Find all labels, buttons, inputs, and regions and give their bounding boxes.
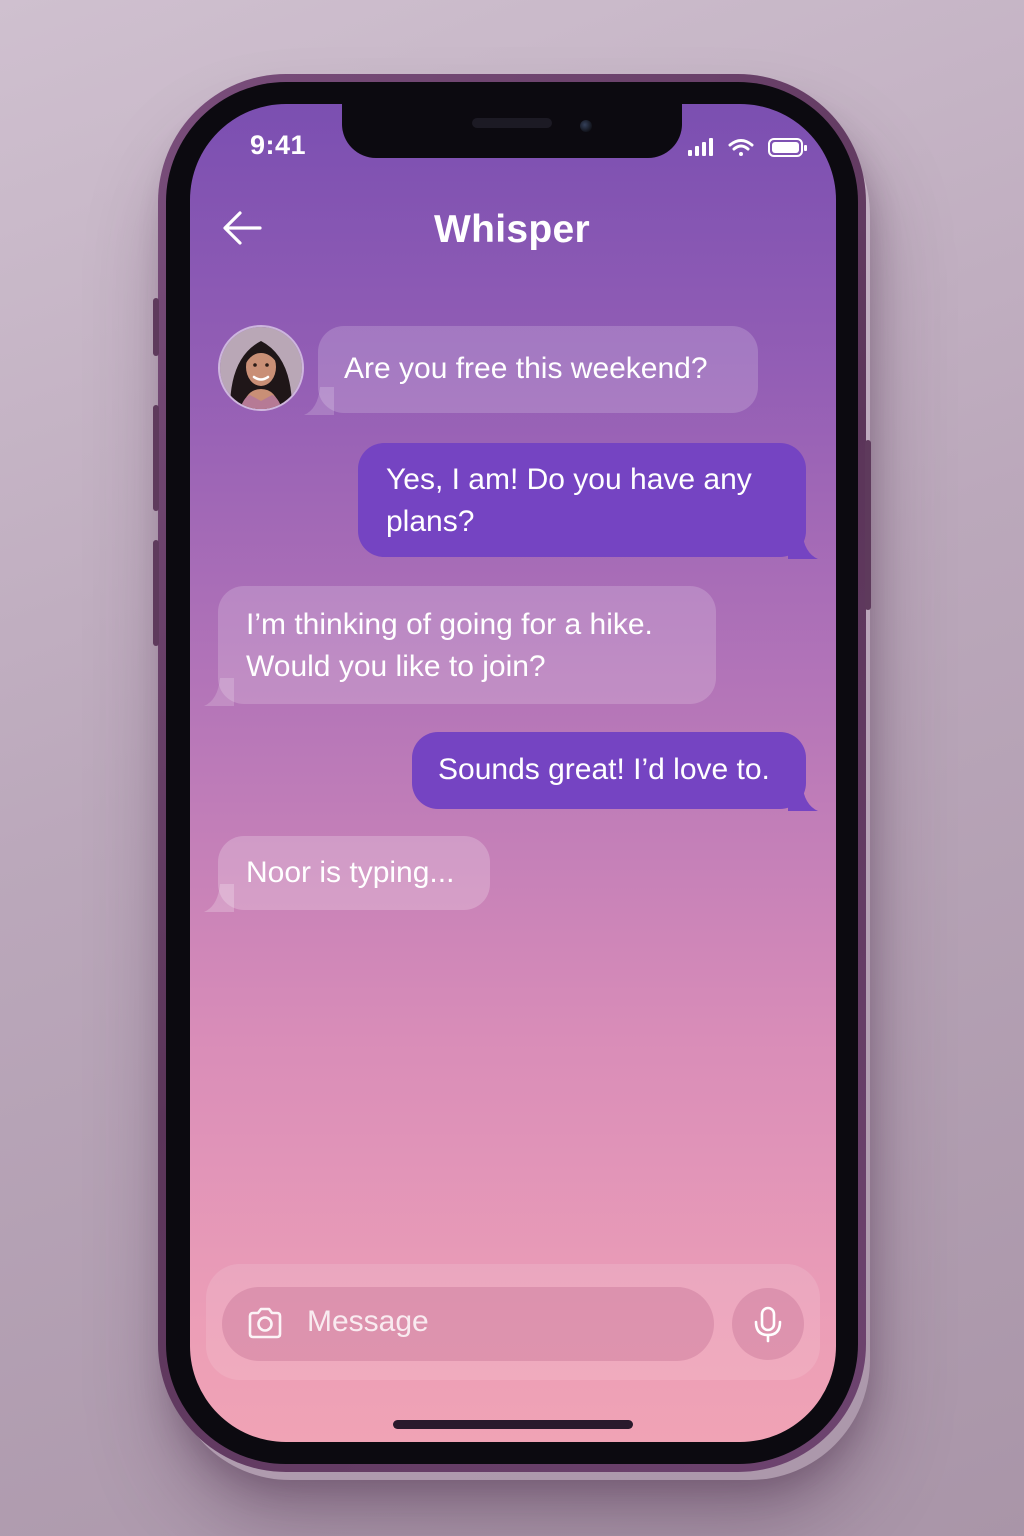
signal-icon <box>688 138 713 156</box>
message-bubble-incoming[interactable]: Are you free this weekend? <box>304 326 758 415</box>
status-icons <box>688 136 808 160</box>
message-input[interactable] <box>222 1287 714 1361</box>
battery-icon <box>768 138 807 157</box>
silent-switch <box>153 298 159 356</box>
typing-indicator-bubble: Noor is typing... <box>204 836 490 912</box>
contact-avatar[interactable] <box>218 325 304 411</box>
power-button <box>865 440 871 610</box>
volume-up-button <box>153 405 159 511</box>
message-text: Are you free this weekend? <box>344 352 708 385</box>
message-placeholder: Message <box>307 1305 429 1338</box>
typing-indicator-text: Noor is typing... <box>246 856 455 889</box>
message-text: Sounds great! I’d love to. <box>438 753 770 786</box>
microphone-icon <box>754 1306 782 1343</box>
front-camera <box>580 120 592 132</box>
message-text-line: I’m thinking of going for a hike. <box>246 608 653 641</box>
message-bubble-outgoing[interactable]: Sounds great! I’d love to. <box>412 732 818 811</box>
notch <box>342 104 682 158</box>
message-text-line: plans? <box>386 505 475 538</box>
home-indicator[interactable] <box>393 1420 633 1429</box>
wifi-icon <box>728 139 754 156</box>
microphone-button[interactable] <box>732 1288 804 1360</box>
earpiece-speaker <box>472 118 552 128</box>
camera-icon[interactable] <box>246 1306 284 1340</box>
page-title: Whisper <box>434 208 590 251</box>
volume-down-button <box>153 540 159 646</box>
status-time: 9:41 <box>250 130 307 160</box>
message-bubble-outgoing[interactable]: Yes, I am! Do you have any plans? <box>358 443 818 559</box>
message-text-line: Yes, I am! Do you have any <box>386 463 752 496</box>
message-bubble-incoming[interactable]: I’m thinking of going for a hike. Would … <box>204 586 716 706</box>
message-text-line: Would you like to join? <box>246 650 546 683</box>
